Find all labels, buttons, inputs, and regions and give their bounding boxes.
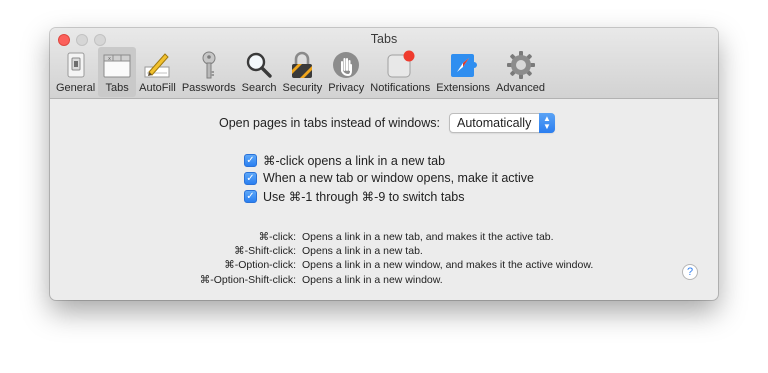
tab-privacy[interactable]: Privacy (325, 47, 367, 97)
preferences-window: Tabs General x Tabs AutoFill Passwords S… (50, 28, 718, 300)
shortcut-row: ⌘-Option-Shift-click: Opens a link in a … (64, 273, 704, 287)
checkbox-label: Use ⌘-1 through ⌘-9 to switch tabs (263, 189, 465, 204)
notification-badge-icon (387, 50, 415, 78)
checkbox-label: When a new tab or window opens, make it … (263, 171, 534, 185)
tab-security[interactable]: Security (279, 47, 325, 97)
shortcut-desc: Opens a link in a new tab. (302, 245, 423, 258)
checkbox-row[interactable]: ✓ When a new tab or window opens, make i… (244, 169, 534, 187)
shortcut-row: ⌘-click: Opens a link in a new tab, and … (64, 230, 704, 244)
tab-general-label: General (56, 82, 96, 94)
tab-passwords-label: Passwords (181, 82, 236, 94)
shortcut-row: ⌘-Shift-click: Opens a link in a new tab… (64, 244, 704, 258)
shortcut-key: ⌘-Option-Shift-click: (199, 273, 296, 286)
tabs-icon: x (103, 54, 131, 78)
open-pages-row: Open pages in tabs instead of windows: A… (219, 113, 555, 133)
padlock-icon (292, 51, 313, 78)
preferences-toolbar: General x Tabs AutoFill Passwords Search… (53, 47, 548, 97)
tab-tabs[interactable]: x Tabs (98, 47, 137, 97)
checkbox-label: ⌘-click opens a link in a new tab (263, 153, 446, 168)
tab-passwords[interactable]: Passwords (179, 47, 239, 97)
tab-search[interactable]: Search (239, 47, 280, 97)
shortcut-desc: Opens a link in a new window. (302, 273, 443, 286)
tab-security-label: Security (282, 82, 323, 94)
open-pages-value: Automatically (456, 116, 532, 130)
shortcut-row: ⌘-Option-click: Opens a link in a new wi… (64, 258, 704, 272)
checkbox-row[interactable]: ✓ ⌘-click opens a link in a new tab (244, 151, 534, 169)
tab-extensions[interactable]: Extensions (433, 47, 493, 97)
tab-autofill-label: AutoFill (139, 82, 176, 94)
tab-tabs-label: Tabs (105, 82, 129, 94)
popup-arrows-icon: ▲ ▼ (538, 113, 555, 133)
hand-icon (333, 52, 360, 78)
tab-notifications[interactable]: Notifications (367, 47, 433, 97)
shortcut-key: ⌘-click: (258, 231, 296, 244)
checkbox-cmd-click[interactable]: ✓ (244, 153, 257, 167)
window-title: Tabs (370, 32, 398, 46)
svg-text:x: x (108, 56, 111, 62)
checkbox-switch-tabs[interactable]: ✓ (244, 189, 257, 203)
shortcut-help: ⌘-click: Opens a link in a new tab, and … (64, 230, 704, 287)
gear-icon (506, 51, 535, 79)
open-pages-popup[interactable]: Automatically ▲ ▼ (448, 113, 555, 133)
pencil-form-icon (144, 53, 170, 78)
shortcut-key: ⌘-Option-click: (224, 259, 296, 272)
general-switch-icon (67, 52, 85, 78)
tab-options: ✓ ⌘-click opens a link in a new tab ✓ Wh… (244, 151, 534, 205)
tab-notifications-label: Notifications (370, 82, 431, 94)
shortcut-desc: Opens a link in a new tab, and makes it … (302, 231, 554, 244)
tab-advanced-label: Advanced (496, 82, 545, 94)
help-button[interactable]: ? (682, 264, 698, 280)
shortcut-key: ⌘-Shift-click: (234, 245, 296, 258)
tab-advanced[interactable]: Advanced (493, 47, 548, 97)
checkbox-make-active[interactable]: ✓ (244, 171, 257, 185)
magnifier-icon (246, 52, 272, 78)
tab-extensions-label: Extensions (436, 82, 491, 94)
compass-puzzle-icon (451, 54, 478, 77)
title-bar: Tabs General x Tabs AutoFill Passwords S… (50, 28, 718, 99)
tab-search-label: Search (241, 82, 277, 94)
tab-autofill[interactable]: AutoFill (136, 47, 179, 97)
tab-general[interactable]: General (53, 47, 98, 97)
tab-privacy-label: Privacy (328, 82, 365, 94)
checkbox-row[interactable]: ✓ Use ⌘-1 through ⌘-9 to switch tabs (244, 187, 534, 205)
tabs-settings-pane: Open pages in tabs instead of windows: A… (50, 99, 718, 300)
shortcut-desc: Opens a link in a new window, and makes … (302, 259, 594, 272)
key-icon (202, 51, 216, 79)
open-pages-label: Open pages in tabs instead of windows: (219, 116, 440, 130)
